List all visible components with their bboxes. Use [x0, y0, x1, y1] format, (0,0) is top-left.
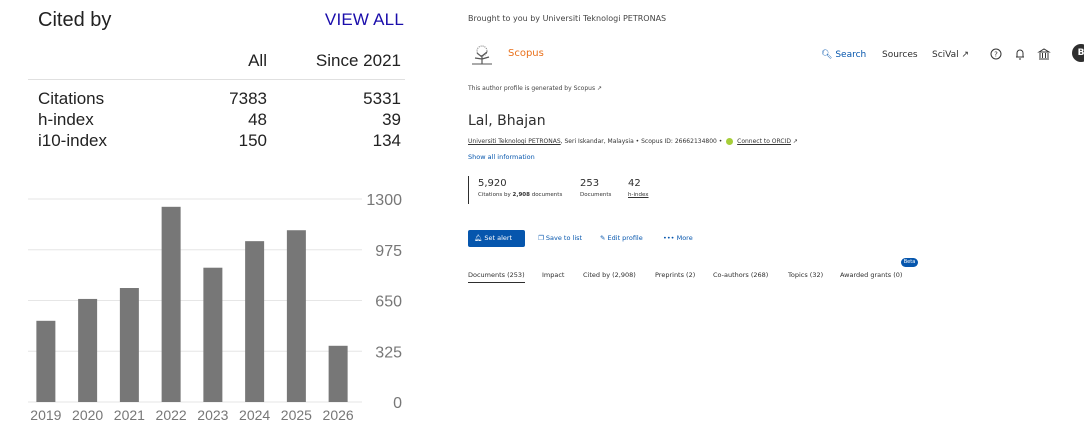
avatar[interactable]: B: [1072, 44, 1084, 62]
more-button[interactable]: ••• More: [663, 234, 693, 242]
table-row: Citations 7383 5331: [28, 80, 405, 110]
beta-badge: Beta: [901, 258, 918, 267]
help-icon[interactable]: ?: [989, 47, 1003, 61]
citations-count: 5,920: [478, 178, 507, 189]
author-name: Lal, Bhajan: [468, 113, 546, 129]
set-alert-button[interactable]: 🔔︎ Set alert: [468, 230, 525, 247]
bar-2026[interactable]: [328, 345, 348, 402]
h-index-label: h-index: [628, 192, 649, 198]
search-nav-label: Search: [835, 50, 867, 60]
cited-by-title: Cited by: [38, 9, 112, 31]
tab-impact[interactable]: Impact: [542, 271, 564, 279]
h-index-all-value: 48: [248, 110, 267, 129]
citations-per-year-chart: 0 325 650 975 1300 2019 2020 2021 2022 2023 2024 20…: [28, 192, 402, 423]
tab-cited-by[interactable]: Cited by (2,908): [583, 271, 636, 279]
bell-icon[interactable]: [1013, 47, 1027, 61]
documents-label: Documents: [580, 192, 612, 198]
tab-topics[interactable]: Topics (32): [788, 271, 823, 279]
scopus-panel: Brought to you by Universiti Teknologi P…: [458, 0, 1084, 436]
sources-nav[interactable]: Sources: [882, 50, 918, 60]
bar-2019[interactable]: [36, 320, 56, 402]
pencil-icon: ✎: [600, 234, 606, 242]
search-nav[interactable]: 🔍︎ Search: [821, 50, 866, 60]
y-tick-label: 325: [375, 344, 402, 361]
metrics-divider: [468, 176, 469, 204]
table-row: h-index 48 39: [28, 109, 405, 130]
more-dots-icon: •••: [663, 234, 675, 242]
bar-2024[interactable]: [245, 241, 265, 402]
i10-index-since-value: 134: [372, 131, 401, 150]
edit-profile-label: Edit profile: [607, 234, 643, 242]
profile-generated-note[interactable]: This author profile is generated by Scop…: [468, 85, 602, 92]
bar-2023[interactable]: [203, 267, 223, 402]
bar-2022[interactable]: [161, 206, 181, 402]
row-label-i10-index[interactable]: i10-index: [28, 130, 157, 151]
bookmark-icon: ❐: [538, 234, 544, 242]
elsevier-tree-logo: [468, 44, 496, 66]
y-tick-label: 975: [375, 243, 402, 260]
x-tick-label: 2026: [323, 407, 354, 423]
tab-documents[interactable]: Documents (253): [468, 271, 525, 283]
affiliation-line: Universiti Teknologi PETRONAS, Seri Iska…: [468, 138, 798, 145]
documents-count: 253: [580, 178, 600, 189]
cited-by-panel: Cited by VIEW ALL All Since 2021 Citatio…: [0, 0, 418, 436]
institution-icon[interactable]: [1037, 47, 1051, 61]
x-tick-label: 2020: [72, 407, 103, 423]
h-index-count: 42: [628, 178, 641, 189]
column-header-since[interactable]: Since 2021: [271, 48, 405, 80]
scopus-brand[interactable]: Scopus: [508, 48, 544, 59]
orcid-icon: [726, 138, 734, 145]
bell-icon: 🔔︎: [474, 234, 483, 242]
table-header-row: All Since 2021: [28, 48, 405, 80]
x-tick-label: 2022: [156, 407, 187, 423]
citations-label: Citations by 2,908 documents: [478, 192, 563, 198]
h-index-since-value: 39: [382, 110, 401, 129]
brought-by-text: Brought to you by Universiti Teknologi P…: [468, 14, 667, 23]
x-tick-label: 2024: [239, 407, 270, 423]
column-header-all[interactable]: All: [157, 48, 271, 80]
h-index-metric[interactable]: 42 h-index: [628, 178, 649, 198]
save-to-list-label: Save to list: [545, 234, 583, 242]
svg-text:?: ?: [994, 51, 998, 59]
citations-since-value: 5331: [363, 89, 401, 108]
more-label: More: [676, 234, 693, 242]
citations-metric[interactable]: 5,920 Citations by 2,908 documents: [478, 178, 562, 198]
row-label-h-index[interactable]: h-index: [28, 109, 157, 130]
connect-orcid-link[interactable]: Connect to ORCID: [737, 138, 791, 145]
y-tick-label: 650: [375, 294, 402, 311]
set-alert-label: Set alert: [484, 234, 513, 242]
edit-profile-button[interactable]: ✎ Edit profile: [600, 234, 643, 242]
x-tick-label: 2021: [114, 407, 145, 423]
affiliation-link[interactable]: Universiti Teknologi PETRONAS: [468, 138, 561, 145]
y-tick-label: 0: [393, 395, 402, 412]
x-tick-label: 2025: [281, 407, 312, 423]
tab-awarded-grants[interactable]: Awarded grants (0): [840, 271, 902, 279]
scival-nav[interactable]: SciVal ↗: [932, 50, 969, 60]
row-label-citations[interactable]: Citations: [28, 80, 157, 110]
tab-co-authors[interactable]: Co-authors (268): [713, 271, 768, 279]
y-tick-label: 1300: [366, 192, 402, 209]
table-header-blank: [28, 48, 157, 80]
external-link-icon: ↗: [792, 138, 798, 145]
documents-metric[interactable]: 253 Documents: [580, 178, 611, 198]
search-icon: 🔍︎: [821, 50, 833, 60]
save-to-list-button[interactable]: ❐ Save to list: [538, 234, 582, 242]
bar-2025[interactable]: [286, 230, 306, 402]
bar-2021[interactable]: [119, 288, 139, 402]
affiliation-details: , Seri Iskandar, Malaysia • Scopus ID: 2…: [560, 138, 723, 145]
table-row: i10-index 150 134: [28, 130, 405, 151]
tab-preprints[interactable]: Preprints (2): [655, 271, 695, 279]
citations-all-value: 7383: [229, 89, 267, 108]
citation-stats-table: All Since 2021 Citations 7383 5331 h-ind…: [28, 48, 405, 151]
i10-index-all-value: 150: [238, 131, 267, 150]
bar-2020[interactable]: [78, 298, 98, 402]
x-tick-label: 2019: [30, 407, 61, 423]
x-tick-label: 2023: [197, 407, 228, 423]
show-all-information-link[interactable]: Show all information: [468, 153, 535, 161]
view-all-link[interactable]: VIEW ALL: [325, 10, 404, 30]
